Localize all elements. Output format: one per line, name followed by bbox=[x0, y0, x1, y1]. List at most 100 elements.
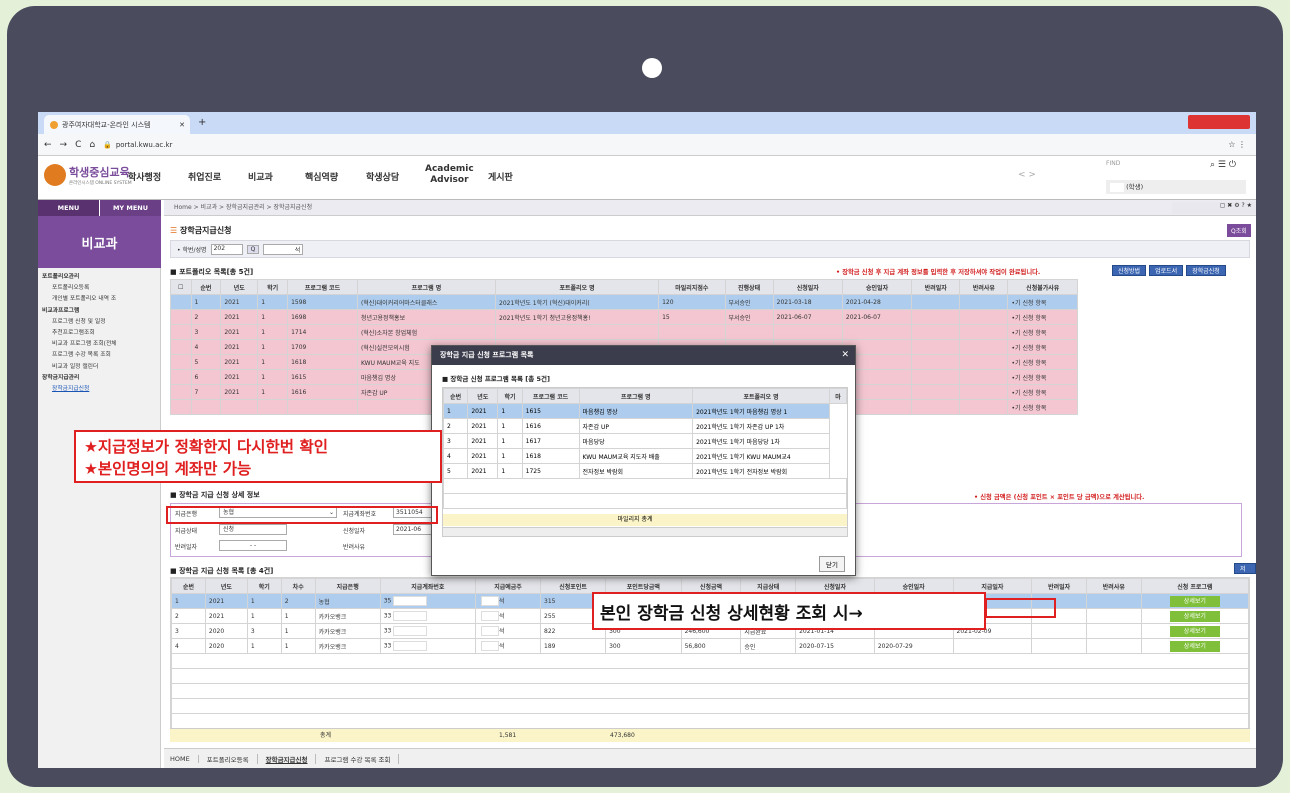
row-checkbox[interactable] bbox=[170, 384, 192, 400]
modal-close-button[interactable]: 닫기 bbox=[819, 556, 845, 572]
nav-item-competency[interactable]: 핵심역량 bbox=[305, 170, 338, 183]
forward-icon[interactable]: → bbox=[60, 140, 68, 150]
sidebar-item[interactable]: 프로그램 신청 및 일정 bbox=[42, 317, 160, 328]
sidebar-item[interactable]: 개인별 포트폴리오 내역 조 bbox=[42, 294, 160, 305]
row-checkbox[interactable] bbox=[170, 309, 192, 325]
logo-sub: 온라인시스템 ONLINE SYSTEM bbox=[69, 181, 132, 186]
masked-text: 석 bbox=[498, 642, 505, 650]
row-checkbox[interactable] bbox=[170, 324, 192, 340]
table-cell: 1698 bbox=[287, 309, 358, 325]
nav-item-counsel[interactable]: 학생상담 bbox=[366, 170, 399, 183]
sidebar-item[interactable]: 프로그램 수강 목록 조회 bbox=[42, 350, 160, 361]
bottom-tab-courses[interactable]: 프로그램 수강 목록 조회 bbox=[324, 753, 400, 764]
bottom-tab-portfolio[interactable]: 포트폴리오등록 bbox=[207, 753, 258, 764]
table-cell: 석 bbox=[474, 608, 542, 624]
select-all-checkbox[interactable]: ☐ bbox=[170, 279, 192, 295]
url-text[interactable]: portal.kwu.ac.kr bbox=[116, 141, 173, 149]
how-to-button[interactable]: 신청방법 bbox=[1112, 265, 1147, 276]
table-cell: •기 신청 항목 bbox=[1007, 399, 1078, 415]
user-avatar bbox=[1110, 182, 1124, 192]
nav-item-board[interactable]: 게시판 bbox=[488, 170, 513, 183]
lookup-button[interactable]: Q bbox=[246, 244, 260, 254]
home-icon[interactable]: ⌂ bbox=[89, 140, 95, 150]
sidebar-item[interactable]: 포트폴리오관리 bbox=[42, 272, 160, 283]
table-row[interactable]: 2 2021 1 1616 자존감 UP 2021학년도 1학기 자존감 UP 1차 bbox=[442, 418, 847, 434]
browser-tab[interactable]: 광주여자대학교-온라인 시스템 ✕ bbox=[44, 115, 190, 134]
row-checkbox[interactable] bbox=[170, 339, 192, 355]
sidebar-item[interactable]: 비교과 일정 캘린더 bbox=[42, 362, 160, 373]
view-detail-button[interactable]: 상세보기 bbox=[1169, 640, 1220, 652]
masked-text: 석 bbox=[498, 612, 505, 620]
table-cell: 1 bbox=[280, 608, 316, 624]
table-cell: 2021학년도 1학기 KWU MAUM교4 bbox=[692, 448, 831, 464]
search-icon[interactable]: ⌕ ☰ ⏻ bbox=[1210, 160, 1236, 170]
nav-item-extracurricular[interactable]: 비교과 bbox=[248, 170, 273, 183]
table-row[interactable]: 1 2021 1 1598 (혁신)대이커리어마스터클래스 2021학년도 1학기 (혁신… bbox=[170, 294, 1078, 310]
save-button[interactable]: 저장 bbox=[1234, 563, 1256, 584]
table-cell: 1 bbox=[257, 339, 289, 355]
view-detail-button[interactable]: 상세보기 bbox=[1169, 595, 1220, 607]
upload-button[interactable]: 업로드서 bbox=[1149, 265, 1184, 276]
table-cell bbox=[952, 638, 1033, 654]
row-checkbox[interactable] bbox=[170, 294, 192, 310]
bottom-tab-scholarship[interactable]: 장학금지급신청 bbox=[266, 753, 317, 764]
user-box[interactable]: (학생) bbox=[1106, 180, 1246, 194]
row-checkbox[interactable] bbox=[170, 354, 192, 370]
modal-table-wrap: 순번 년도 학기 프로그램 코드 프로그램 명 포트폴리오 명 마 1 2021 1 1615 마음챙… bbox=[442, 387, 848, 537]
table-row[interactable]: 2 2021 1 1698 청년고용정책홍보 2021학년도 1학기 청년고용정책홍! 15… bbox=[170, 309, 1078, 325]
view-detail-button[interactable]: 상세보기 bbox=[1169, 610, 1220, 622]
tab-menu[interactable]: MENU bbox=[38, 200, 100, 216]
new-tab-icon[interactable]: + bbox=[198, 117, 206, 128]
toolbar-icons[interactable]: ▢ ✖ ⚙ ? ★ bbox=[1172, 202, 1256, 214]
program-list-modal: 장학금 지급 신청 프로그램 목록 ✕ ■ 장학금 신청 프로그램 목록 [총 … bbox=[431, 345, 856, 576]
sidebar-item[interactable]: 장학금지급신청 bbox=[42, 384, 160, 395]
table-row[interactable]: 3 2021 1 1714 (혁신)소자본 창업체험 •기 신청 항목 bbox=[170, 324, 1078, 340]
modal-footer-row: 마일리지 총계 bbox=[443, 514, 847, 526]
empty-row bbox=[171, 713, 1249, 729]
table-cell: 2 bbox=[171, 608, 206, 624]
modal-scrollbar[interactable] bbox=[443, 527, 847, 536]
sidebar-item[interactable]: 추천프로그램조회 bbox=[42, 328, 160, 339]
sidebar-item[interactable]: 장학금지급관리 bbox=[42, 373, 160, 384]
table-cell bbox=[911, 384, 961, 400]
reject-date-input[interactable]: - - bbox=[219, 540, 287, 551]
nav-item-career[interactable]: 취업진로 bbox=[188, 170, 221, 183]
close-tab-icon[interactable]: ✕ bbox=[179, 121, 185, 129]
column-header: 프로그램 명 bbox=[356, 279, 497, 295]
table-cell bbox=[911, 309, 961, 325]
star-icon[interactable]: ☆ ⋮ bbox=[1228, 140, 1246, 149]
table-row[interactable]: 1 2021 1 1615 마음챙김 명상 2021학년도 1학기 마음챙김 명상 1 bbox=[442, 403, 847, 419]
bottom-tab-home[interactable]: HOME bbox=[170, 754, 199, 763]
logo[interactable]: 학생중심교육 온라인시스템 ONLINE SYSTEM bbox=[44, 164, 132, 186]
tab-my-menu[interactable]: MY MENU bbox=[100, 200, 161, 216]
table-cell bbox=[220, 399, 259, 415]
search-submit-button[interactable]: Q조회 bbox=[1227, 224, 1251, 237]
table-row[interactable]: 5 2021 1 1725 전자정보 박람회 2021학년도 1학기 전자정보 박람회 bbox=[442, 463, 847, 479]
table-cell bbox=[959, 339, 1009, 355]
table-row[interactable]: 4 2021 1 1618 KWU MAUM교육 지도자 배출 2021학년도 1학기 K… bbox=[442, 448, 847, 464]
row-checkbox[interactable] bbox=[170, 369, 192, 385]
reload-icon[interactable]: C bbox=[75, 140, 81, 150]
apply-date-input[interactable]: 2021-06 bbox=[393, 524, 435, 535]
status-select[interactable]: 신청 bbox=[219, 524, 287, 535]
nav-item-academic[interactable]: 학사행정 bbox=[128, 170, 161, 183]
sidebar-item[interactable]: 비교과 프로그램 조회(전체 bbox=[42, 339, 160, 350]
row-checkbox[interactable] bbox=[170, 399, 192, 415]
nav-item-advisor[interactable]: Academic Advisor bbox=[425, 164, 474, 186]
sidebar-tabs: MENU MY MENU bbox=[38, 200, 161, 216]
sidebar-item[interactable]: 포트폴리오등록 bbox=[42, 283, 160, 294]
student-name-input[interactable]: 석 bbox=[263, 243, 304, 255]
table-cell: 35 bbox=[379, 593, 476, 609]
table-cell: 1 bbox=[246, 608, 282, 624]
table-row[interactable]: 4 2020 1 1 카카오뱅크 33 석 189 300 56,800 승인 2020-07-15 2… bbox=[171, 638, 1250, 654]
student-id-input[interactable]: 202 bbox=[210, 243, 243, 255]
table-cell: 3 bbox=[246, 623, 282, 639]
back-icon[interactable]: ← bbox=[44, 140, 52, 150]
modal-close-icon[interactable]: ✕ bbox=[841, 346, 849, 365]
apply-scholarship-button[interactable]: 장학금신청 bbox=[1186, 265, 1226, 276]
sidebar-item[interactable]: 비교과프로그램 bbox=[42, 306, 160, 317]
nav-arrows[interactable]: < > bbox=[1018, 170, 1036, 180]
window-controls[interactable] bbox=[1188, 115, 1250, 129]
view-detail-button[interactable]: 상세보기 bbox=[1169, 625, 1220, 637]
table-row[interactable]: 3 2021 1 1617 마음당당 2021학년도 1학기 마음당당 1차 bbox=[442, 433, 847, 449]
